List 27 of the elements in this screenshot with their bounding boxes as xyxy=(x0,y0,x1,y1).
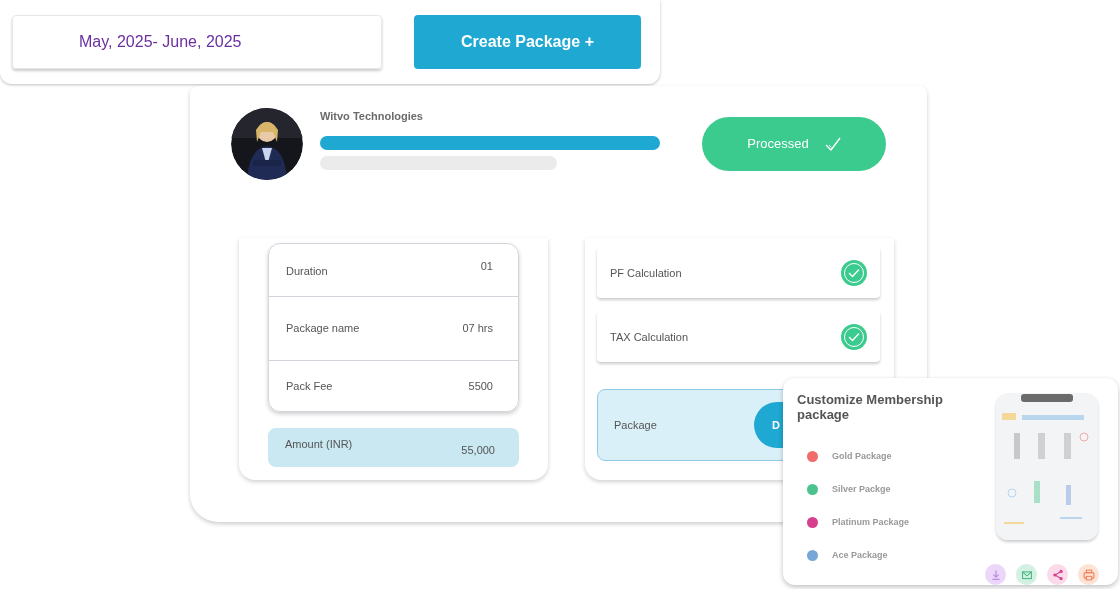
calculation-label: PF Calculation xyxy=(610,265,682,281)
calculation-label: TAX Calculation xyxy=(610,329,689,345)
detail-value: 5500 xyxy=(468,378,493,394)
check-icon xyxy=(824,137,841,151)
detail-value: 07 hrs xyxy=(462,321,493,337)
package-label: Package xyxy=(614,418,657,431)
create-package-button[interactable]: Create Package + xyxy=(414,15,641,69)
print-button[interactable] xyxy=(1078,564,1099,585)
package-option[interactable]: Ace Package xyxy=(832,548,888,563)
detail-label: Pack Fee xyxy=(286,378,333,394)
share-button[interactable] xyxy=(1047,564,1068,585)
package-option[interactable]: Silver Packge xyxy=(832,482,891,497)
package-button[interactable]: D xyxy=(754,402,783,448)
print-icon xyxy=(1080,566,1097,583)
package-option[interactable]: Gold Package xyxy=(832,449,892,464)
mail-button[interactable] xyxy=(1016,564,1037,585)
download-button[interactable] xyxy=(985,564,1006,585)
detail-label: Duration xyxy=(286,264,328,279)
amount-value: 55,000 xyxy=(461,443,495,459)
processed-button[interactable]: Processed xyxy=(702,117,886,171)
company-name: Witvo Technologies xyxy=(320,110,424,122)
package-option[interactable]: Platinum Package xyxy=(832,515,910,530)
amount-label: Amount (INR) xyxy=(285,437,353,453)
membership-title: Customize Membership package xyxy=(797,392,944,422)
detail-label: Package name xyxy=(286,321,360,337)
detail-value: 01 xyxy=(480,259,493,274)
date-range-field[interactable]: May, 2025- June, 2025 xyxy=(12,15,382,69)
